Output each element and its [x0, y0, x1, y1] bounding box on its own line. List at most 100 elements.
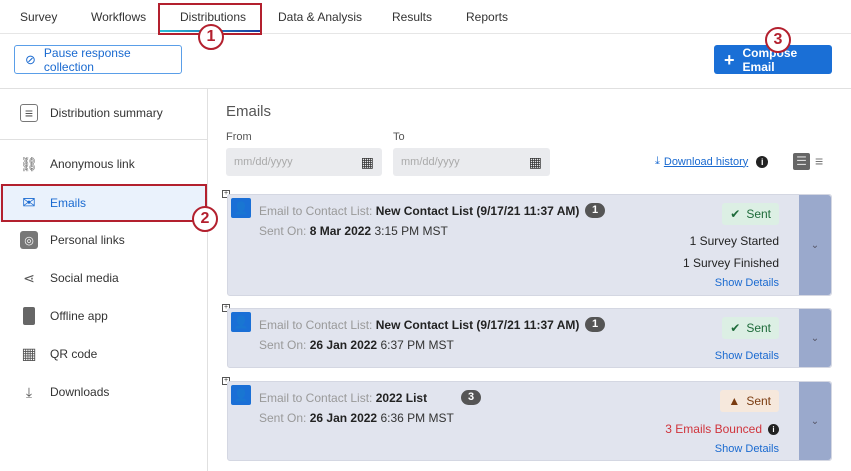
expand-card-button[interactable]: ⌄ [799, 309, 831, 367]
list-view-toggle[interactable]: ≡ [815, 153, 823, 169]
download-history-label: Download history [663, 155, 749, 168]
from-placeholder: mm/dd/yyyy [234, 156, 293, 168]
sidebar-item-distribution-summary[interactable]: ≡ Distribution summary [0, 94, 207, 132]
sidebar-label: Offline app [50, 309, 108, 323]
sidebar-item-personal-links[interactable]: ◎ Personal links [0, 221, 207, 259]
tab-workflows[interactable]: Workflows [91, 10, 146, 24]
sidebar-label: Social media [50, 271, 119, 285]
sidebar-label: Anonymous link [50, 157, 135, 171]
chevron-down-icon: ⌄ [810, 415, 820, 427]
top-tabs: Survey Workflows Distributions Data & An… [0, 0, 851, 34]
download-icon: ⤓ [655, 155, 660, 167]
divider [0, 88, 851, 89]
count-badge: 3 [461, 390, 481, 405]
qr-code-icon: ▦ [21, 346, 37, 363]
email-prefix: Email to Contact List: [259, 391, 373, 405]
warning-icon: ▲ [728, 394, 741, 408]
status-badge: ✔ Sent [722, 203, 779, 225]
info-icon[interactable]: i [756, 155, 769, 168]
sidebar-item-social-media[interactable]: ⋖ Social media [0, 259, 207, 297]
info-icon[interactable]: i [768, 423, 779, 435]
pause-label: Pause response collection [43, 45, 131, 74]
email-prefix: Email to Contact List: [259, 318, 373, 332]
expand-card-button[interactable]: ⌄ [799, 195, 831, 295]
sent-on-label: Sent On: [259, 338, 307, 352]
fingerprint-icon: ◎ [20, 231, 38, 249]
contact-list-name: New Contact List (9/17/21 11:37 AM) [375, 318, 580, 332]
from-label: From [226, 131, 252, 143]
chevron-down-icon: ⌄ [810, 239, 820, 251]
compose-label: Compose Email [742, 45, 798, 74]
share-icon: ⋖ [23, 269, 35, 286]
download-icon: ⤓ [25, 383, 33, 400]
page-title: Emails [226, 103, 272, 120]
tab-survey[interactable]: Survey [20, 10, 57, 24]
email-card: 👤 Email to Contact List: New Contact Lis… [227, 194, 832, 296]
from-date-input[interactable]: mm/dd/yyyy ▦ [226, 148, 382, 176]
annotation-1: 1 [198, 24, 224, 50]
contact-list-icon: 👤 [231, 198, 251, 218]
contact-list-icon: 👤 [231, 385, 251, 405]
sidebar-divider-line [0, 139, 207, 140]
sidebar-item-qr-code[interactable]: ▦ QR code [0, 335, 207, 373]
download-history-link[interactable]: ⤓ Download history i [655, 155, 769, 168]
sidebar-item-offline-app[interactable]: Offline app [0, 297, 207, 335]
to-placeholder: mm/dd/yyyy [401, 156, 460, 168]
contact-list-name: 2022 List [375, 391, 428, 405]
annotation-3: 3 [765, 27, 791, 53]
surveys-finished: 1 Survey Finished [682, 256, 779, 270]
annotation-box-emails [1, 184, 207, 222]
to-date-input[interactable]: mm/dd/yyyy ▦ [393, 148, 550, 176]
tab-data-analysis[interactable]: Data & Analysis [278, 10, 362, 24]
block-icon: ⊘ [25, 51, 36, 67]
annotation-2: 2 [192, 206, 218, 232]
contact-list-name: New Contact List (9/17/21 11:37 AM) [375, 204, 580, 218]
show-details-link[interactable]: Show Details [715, 350, 779, 362]
tablet-icon [20, 307, 38, 325]
sent-date: 26 Jan 2022 [309, 338, 378, 352]
sidebar-label: Downloads [50, 385, 110, 399]
calendar-icon[interactable]: ▦ [529, 154, 542, 171]
card-view-toggle[interactable]: ☰ [793, 153, 810, 170]
sent-time: 6:37 PM MST [380, 338, 454, 352]
contact-list-icon: 👤 [231, 312, 251, 332]
email-card: 👤 Email to Contact List: 2022 List 3 Sen… [227, 381, 832, 461]
pause-response-collection-button[interactable]: ⊘ Pause response collection [14, 45, 182, 74]
check-circle-icon: ✔ [730, 321, 741, 335]
calendar-icon[interactable]: ▦ [361, 154, 374, 171]
sidebar-item-downloads[interactable]: ⤓ Downloads [0, 373, 207, 411]
chevron-down-icon: ⌄ [810, 332, 820, 344]
sent-date: 8 Mar 2022 [309, 224, 372, 238]
count-badge: 1 [585, 203, 605, 218]
bounced-row: 3 Emails Bounced i [665, 422, 779, 436]
email-prefix: Email to Contact List: [259, 204, 373, 218]
sent-date: 26 Jan 2022 [309, 411, 378, 425]
sent-time: 3:15 PM MST [374, 224, 448, 238]
tab-reports[interactable]: Reports [466, 10, 508, 24]
show-details-link[interactable]: Show Details [715, 277, 779, 289]
status-label: Sent [746, 394, 771, 408]
to-label: To [393, 131, 405, 143]
surveys-started: 1 Survey Started [689, 234, 779, 248]
show-details-link[interactable]: Show Details [715, 443, 779, 455]
sidebar-item-anonymous-link[interactable]: ⛓ Anonymous link [0, 145, 207, 183]
list-icon: ≡ [20, 104, 38, 122]
email-card: 👤 Email to Contact List: New Contact Lis… [227, 308, 832, 368]
sent-time: 6:36 PM MST [380, 411, 454, 425]
expand-card-button[interactable]: ⌄ [799, 382, 831, 460]
plus-icon: + [724, 49, 735, 70]
status-badge: ▲ Sent [720, 390, 779, 412]
check-circle-icon: ✔ [730, 207, 741, 221]
sidebar-label: QR code [50, 347, 98, 361]
sidebar-label: Distribution summary [50, 106, 163, 120]
sent-on-label: Sent On: [259, 224, 307, 238]
emails-bounced: 3 Emails Bounced [665, 422, 762, 436]
sidebar-divider [207, 88, 208, 471]
sent-on-label: Sent On: [259, 411, 307, 425]
count-badge: 1 [585, 317, 605, 332]
status-label: Sent [746, 321, 771, 335]
status-label: Sent [746, 207, 771, 221]
tab-results[interactable]: Results [392, 10, 432, 24]
link-icon: ⛓ [20, 155, 38, 172]
status-badge: ✔ Sent [722, 317, 779, 339]
